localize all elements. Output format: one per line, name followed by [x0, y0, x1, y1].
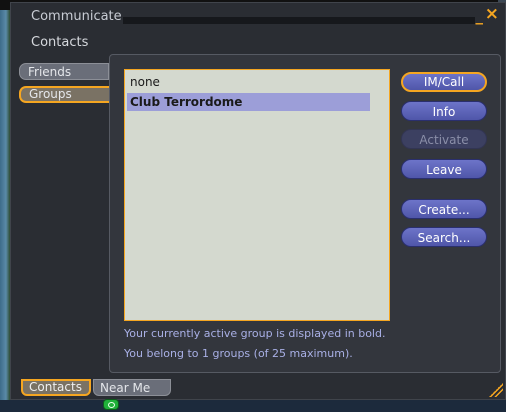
tab-friends[interactable]: Friends: [19, 63, 109, 80]
tab-near-me[interactable]: Near Me: [93, 379, 171, 410]
title-bar[interactable]: Communicate _ ×: [11, 3, 505, 25]
resize-grip-icon[interactable]: [489, 383, 503, 397]
search-button[interactable]: Search...: [401, 227, 487, 247]
minimize-icon[interactable]: _: [476, 7, 484, 25]
leave-button[interactable]: Leave: [401, 159, 487, 179]
close-icon[interactable]: ×: [485, 4, 499, 24]
im-call-button[interactable]: IM/Call: [401, 72, 487, 92]
groups-list[interactable]: none Club Terrordome: [124, 69, 390, 321]
panel-title: Contacts: [31, 35, 89, 50]
active-group-note: Your currently active group is displayed…: [124, 327, 386, 340]
tab-groups[interactable]: Groups: [19, 86, 109, 103]
create-button[interactable]: Create...: [401, 199, 487, 219]
membership-note: You belong to 1 groups (of 25 maximum).: [124, 347, 353, 360]
list-item[interactable]: none: [127, 73, 370, 91]
communicate-window: Communicate _ × Contacts Friends Groups …: [10, 2, 506, 410]
info-button[interactable]: Info: [401, 101, 487, 121]
activate-button[interactable]: Activate: [401, 129, 487, 149]
title-bar-fill: [123, 17, 475, 24]
tab-contacts-label: Contacts: [29, 380, 82, 394]
window-title: Communicate: [31, 9, 122, 24]
voice-active-icon: [103, 399, 119, 410]
tab-near-me-label: Near Me: [100, 381, 151, 395]
list-item-active-group[interactable]: Club Terrordome: [127, 93, 370, 111]
groups-panel: none Club Terrordome IM/Call Info Activa…: [109, 54, 501, 373]
tab-contacts[interactable]: Contacts: [21, 379, 91, 396]
